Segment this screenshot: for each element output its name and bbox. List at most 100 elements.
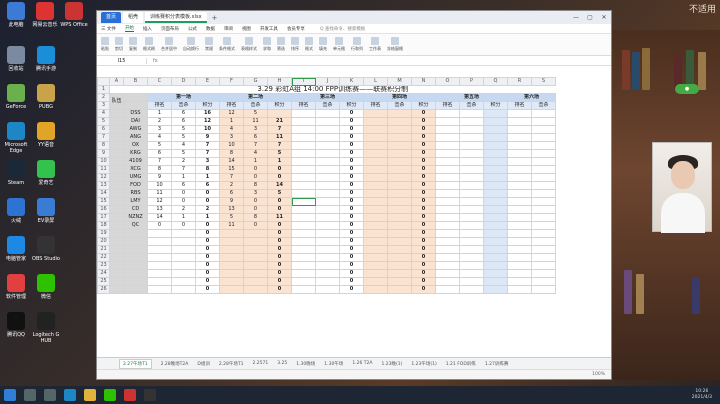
rank-cell[interactable] (363, 277, 388, 286)
kills-cell[interactable] (459, 141, 484, 150)
rank-cell[interactable]: 8 (219, 149, 244, 158)
rank-cell[interactable]: 15 (219, 165, 244, 174)
points-cell[interactable] (483, 109, 508, 118)
kills-cell[interactable]: 11 (243, 117, 268, 126)
menu-item[interactable]: 开发工具 (260, 26, 278, 32)
kills-cell[interactable] (315, 213, 340, 222)
ribbon-button[interactable]: 求和 (263, 37, 271, 52)
rank-cell[interactable] (363, 189, 388, 198)
points-cell[interactable]: 16 (195, 109, 220, 118)
desktop-icon[interactable]: 微信 (32, 274, 60, 300)
kills-cell[interactable] (315, 221, 340, 230)
rank-cell[interactable] (435, 197, 460, 206)
sheet-tab[interactable]: 2.2571 (252, 361, 268, 366)
rank-cell[interactable] (435, 285, 460, 294)
kills-cell[interactable] (387, 189, 412, 198)
desktop-icon[interactable]: 腾讯手游 (32, 46, 60, 72)
ribbon-button[interactable]: 填充 (319, 37, 327, 52)
row-header[interactable]: 22 (97, 253, 110, 262)
kills-cell[interactable] (459, 269, 484, 278)
kills-cell[interactable] (459, 149, 484, 158)
rank-cell[interactable] (363, 141, 388, 150)
points-cell[interactable]: 1 (195, 173, 220, 182)
points-cell[interactable]: 0 (339, 213, 364, 222)
ribbon-button[interactable]: 行和列 (351, 37, 363, 52)
rank-cell[interactable]: 0 (147, 221, 172, 230)
cell[interactable] (109, 125, 124, 134)
rank-cell[interactable] (363, 213, 388, 222)
team-name[interactable] (123, 285, 148, 294)
rank-cell[interactable] (291, 189, 316, 198)
row-header[interactable]: 5 (97, 117, 110, 126)
team-name[interactable]: QC (123, 221, 148, 230)
kills-cell[interactable]: 7 (243, 141, 268, 150)
points-cell[interactable]: 0 (195, 245, 220, 254)
rank-cell[interactable] (435, 253, 460, 262)
row-header[interactable]: 12 (97, 173, 110, 182)
kills-cell[interactable] (315, 197, 340, 206)
desktop-icon[interactable]: Steam (2, 160, 30, 186)
ribbon-button[interactable]: 排序 (291, 37, 299, 52)
rank-cell[interactable] (363, 245, 388, 254)
sheet-tab[interactable]: 1.26 T2A (352, 361, 372, 366)
new-tab-icon[interactable]: + (212, 14, 218, 22)
kills-cell[interactable] (459, 181, 484, 190)
team-name[interactable] (123, 253, 148, 262)
rank-cell[interactable] (291, 213, 316, 222)
rank-cell[interactable]: 9 (219, 197, 244, 206)
team-name[interactable] (123, 269, 148, 278)
rank-cell[interactable] (291, 181, 316, 190)
rank-cell[interactable] (219, 285, 244, 294)
row-header[interactable]: 19 (97, 229, 110, 238)
rank-cell[interactable] (363, 117, 388, 126)
rank-cell[interactable] (291, 269, 316, 278)
ribbon-button[interactable]: 筛选 (277, 37, 285, 52)
kills-cell[interactable] (387, 205, 412, 214)
kills-cell[interactable] (315, 173, 340, 182)
row-header[interactable]: 15 (97, 197, 110, 206)
points-cell[interactable]: 0 (339, 189, 364, 198)
rank-cell[interactable] (291, 197, 316, 206)
column-header[interactable]: B (123, 77, 148, 86)
rank-cell[interactable] (363, 237, 388, 246)
kills-cell[interactable] (531, 245, 556, 254)
rank-cell[interactable] (507, 213, 532, 222)
rank-cell[interactable] (363, 173, 388, 182)
rank-cell[interactable] (363, 285, 388, 294)
points-cell[interactable]: 6 (195, 181, 220, 190)
kills-cell[interactable] (387, 141, 412, 150)
name-box[interactable]: I15 (97, 57, 147, 64)
kills-cell[interactable] (387, 165, 412, 174)
rank-cell[interactable]: 8 (147, 165, 172, 174)
kills-cell[interactable] (243, 229, 268, 238)
kills-cell[interactable]: 8 (243, 213, 268, 222)
rank-cell[interactable] (363, 149, 388, 158)
kills-cell[interactable] (531, 141, 556, 150)
points-cell[interactable]: 12 (195, 117, 220, 126)
row-header[interactable]: 3 (97, 101, 110, 110)
kills-cell[interactable] (243, 269, 268, 278)
kills-cell[interactable] (315, 149, 340, 158)
tab-docer[interactable]: 稻壳 (123, 12, 144, 23)
points-cell[interactable]: 0 (411, 125, 436, 134)
points-cell[interactable]: 0 (267, 245, 292, 254)
team-name[interactable]: LMY (123, 197, 148, 206)
points-cell[interactable]: 8 (195, 165, 220, 174)
points-cell[interactable]: 0 (195, 221, 220, 230)
start-icon[interactable] (4, 389, 16, 401)
rank-cell[interactable] (291, 245, 316, 254)
points-cell[interactable]: 0 (411, 261, 436, 270)
rank-cell[interactable]: 3 (147, 125, 172, 134)
column-header[interactable]: E (195, 77, 220, 86)
kills-cell[interactable]: 3 (243, 125, 268, 134)
points-cell[interactable]: 0 (339, 269, 364, 278)
rank-cell[interactable] (435, 269, 460, 278)
kills-cell[interactable] (315, 261, 340, 270)
kills-cell[interactable] (531, 253, 556, 262)
rank-cell[interactable] (507, 197, 532, 206)
rank-cell[interactable] (363, 181, 388, 190)
cell[interactable] (109, 117, 124, 126)
points-cell[interactable]: 0 (339, 181, 364, 190)
rank-cell[interactable] (435, 261, 460, 270)
points-cell[interactable]: 0 (411, 229, 436, 238)
